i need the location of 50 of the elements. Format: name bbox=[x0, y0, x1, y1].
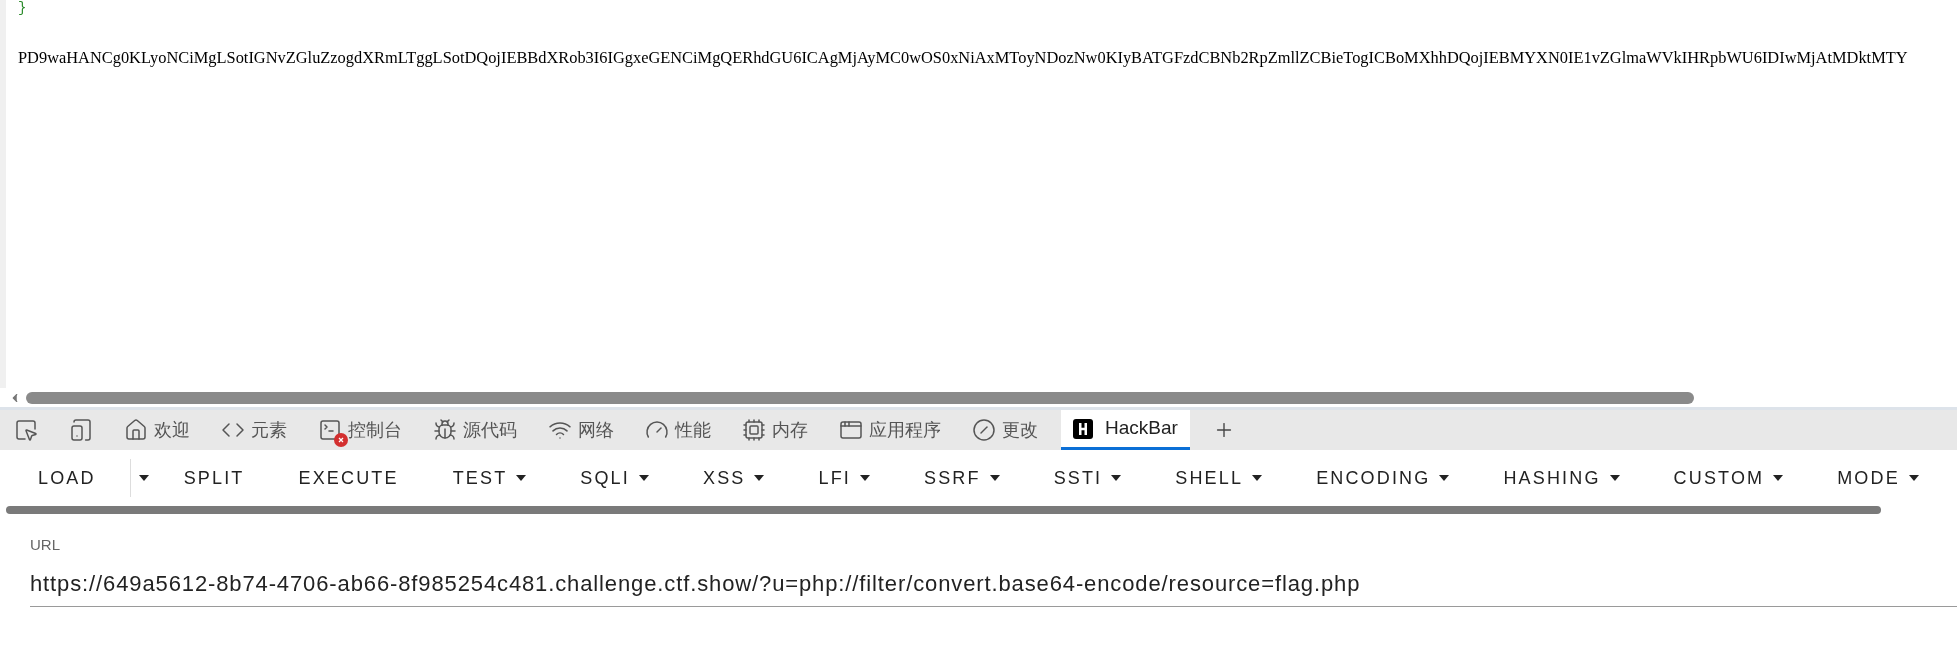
caret-icon bbox=[1252, 475, 1263, 481]
devtools-tab[interactable]: 控制台 bbox=[310, 410, 410, 450]
devtools-tab[interactable]: 欢迎 bbox=[116, 410, 198, 450]
menu-button[interactable]: TEST bbox=[425, 454, 554, 502]
caret-icon bbox=[1609, 475, 1620, 481]
base64-output: PD9waHANCg0KLyoNCiMgLSotIGNvZGluZzogdXRmLTggLSotDQojIEBBdXRob3I6IGgxeGENCiMgQERhdGU6ICAgMjAyMC0wOS0xNiAxMToyNDozNw0KIyBATGFzdCBNb2RpZmllZCBieTogICBoMXhhDQojIEBMYXN0IE1vZGlmaWVkIHRpbWU6IDIwMjAtMDktMTY bbox=[18, 47, 1908, 69]
url-label: URL bbox=[30, 535, 60, 555]
menu-button[interactable]: MODE bbox=[1810, 454, 1946, 502]
caret-icon bbox=[516, 475, 527, 481]
devtools-tab[interactable]: 性能 bbox=[637, 410, 719, 450]
inspect-icon bbox=[14, 418, 38, 442]
menu-button[interactable]: CUSTOM bbox=[1646, 454, 1811, 502]
slashed-circle-icon bbox=[972, 418, 996, 442]
caret-icon bbox=[859, 475, 870, 481]
menu-button[interactable]: XSS bbox=[675, 454, 792, 502]
devtools-tab[interactable]: 内存 bbox=[734, 410, 816, 450]
menu-button[interactable]: EXECUTE bbox=[271, 454, 426, 502]
url-field[interactable]: https://649a5612-8b74-4706-ab66-8f985254c481.challenge.ctf.show/?u=php://filter/convert.base64-encode/resource=flag.php bbox=[30, 566, 1957, 607]
menu-button[interactable]: SSRF bbox=[896, 454, 1027, 502]
device-icon bbox=[69, 418, 93, 442]
menu-button[interactable]: SSTI bbox=[1026, 454, 1149, 502]
code-brace: } bbox=[18, 0, 27, 16]
menu-button[interactable]: SPLIT bbox=[156, 454, 272, 502]
menu-button[interactable]: LFI bbox=[791, 454, 897, 502]
menu-button[interactable]: SQLI bbox=[553, 454, 676, 502]
caret-icon bbox=[989, 475, 1000, 481]
horizontal-scrollbar[interactable] bbox=[26, 391, 1694, 404]
home-icon bbox=[124, 418, 148, 442]
menu-button[interactable]: ENCODING bbox=[1289, 454, 1477, 502]
menu-button[interactable]: LOAD bbox=[0, 454, 130, 502]
window-icon bbox=[839, 418, 863, 442]
hackbar-logo-icon bbox=[1073, 418, 1093, 439]
caret-icon bbox=[1439, 475, 1450, 481]
bug-icon bbox=[433, 418, 457, 442]
menu-button[interactable]: HASHING bbox=[1476, 454, 1647, 502]
devtools-tab[interactable]: 应用程序 bbox=[831, 410, 949, 450]
devtools-tab[interactable]: 源代码 bbox=[425, 410, 525, 450]
caret-icon bbox=[1908, 475, 1919, 481]
hackbar-scrollbar[interactable] bbox=[6, 506, 1881, 514]
caret-icon bbox=[1111, 475, 1122, 481]
caret-icon bbox=[1773, 475, 1784, 481]
caret-icon bbox=[754, 475, 765, 481]
caret-icon bbox=[638, 475, 649, 481]
devtools-tab[interactable]: HackBar bbox=[1061, 410, 1190, 450]
menu-button[interactable]: SHELL bbox=[1148, 454, 1290, 502]
caret-icon bbox=[138, 475, 149, 481]
devtools-tab[interactable]: 网络 bbox=[540, 410, 622, 450]
chip-icon bbox=[742, 418, 766, 442]
devtools-tab[interactable]: 更改 bbox=[964, 410, 1046, 450]
devtools-tab[interactable]: 元素 bbox=[213, 410, 295, 450]
